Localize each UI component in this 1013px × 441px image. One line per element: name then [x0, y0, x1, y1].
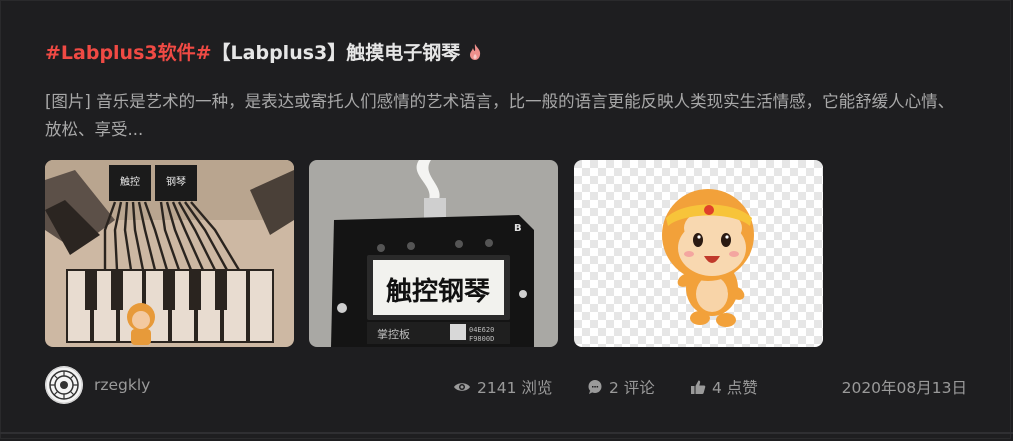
image-display-board[interactable]: B 触控钢琴 掌控板 04E620 F9800D [309, 160, 558, 347]
views-stat: 2141 浏览 [453, 376, 552, 398]
divider [0, 432, 1013, 434]
likes-stat[interactable]: 4 点赞 [690, 376, 758, 398]
comments-count[interactable]: 2 评论 [609, 376, 655, 398]
chip-label-piano: 钢琴 [166, 175, 186, 188]
post-date: 2020年08月13日 [841, 379, 967, 397]
board-id-2: F9800D [469, 335, 494, 343]
author-username[interactable]: rzegkly [94, 376, 150, 394]
board-id-1: 04E620 [469, 326, 494, 334]
chip-label-touch: 触控 [120, 175, 140, 188]
avatar[interactable] [45, 366, 83, 404]
post-title[interactable]: #Labplus3软件# 【Labplus3】触摸电子钢琴 [45, 38, 482, 65]
eye-icon [454, 383, 470, 391]
post-footer: rzegkly 2141 浏览 2 评论 4 点赞 2020年08月13日 [45, 366, 967, 406]
board-brand-text: 掌控板 [377, 327, 410, 341]
thumbs-up-icon [691, 380, 706, 394]
post-title-text[interactable]: 【Labplus3】触摸电子钢琴 [212, 38, 461, 65]
likes-count[interactable]: 4 点赞 [712, 376, 758, 398]
image-piano-board[interactable]: 触控 钢琴 [45, 160, 294, 347]
comments-stat[interactable]: 2 评论 [587, 376, 655, 398]
comment-icon [588, 380, 602, 394]
board-screen-text: 触控钢琴 [386, 277, 490, 307]
post-summary[interactable]: [图片] 音乐是艺术的一种，是表达或寄托人们感情的艺术语言，比一般的语言更能反映… [45, 88, 965, 144]
views-count: 2141 浏览 [477, 379, 553, 397]
fire-icon [468, 43, 482, 61]
image-monkey-cartoon[interactable] [574, 160, 823, 347]
post-title-tag[interactable]: #Labplus3软件# [45, 38, 212, 65]
board-corner-mark: B [514, 223, 522, 234]
